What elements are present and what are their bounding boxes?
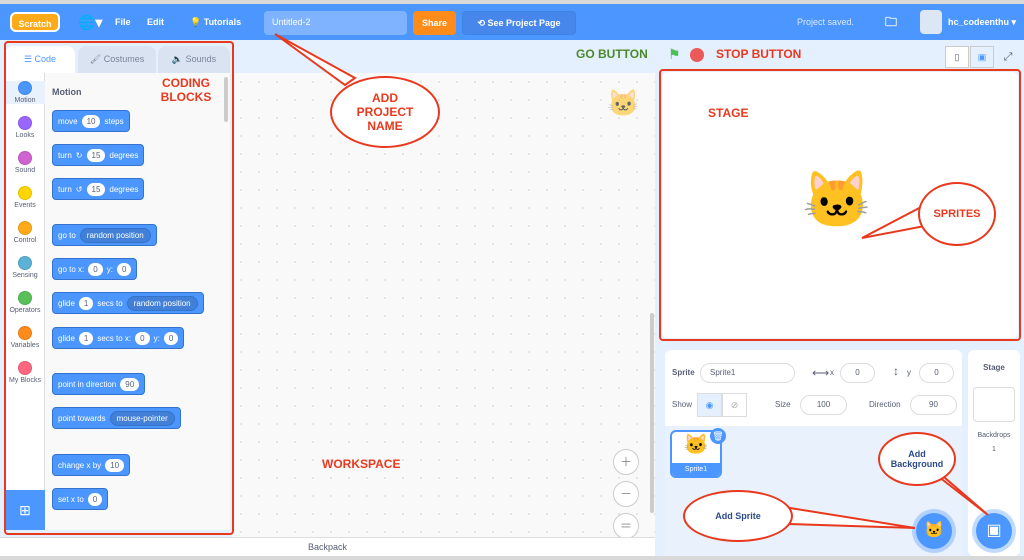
callout-text: ADD PROJECT NAME: [356, 91, 414, 133]
sprites-callout: SPRITES: [918, 182, 996, 246]
callout-text: Add Sprite: [715, 511, 761, 521]
callout-text: Add Background: [890, 449, 944, 469]
add-sprite-callout: Add Sprite: [683, 490, 793, 542]
callout-text: SPRITES: [933, 208, 981, 220]
annotation-pointers: [274, 33, 989, 529]
add-background-callout: Add Background: [878, 432, 956, 486]
add-project-name-callout: ADD PROJECT NAME: [330, 76, 440, 148]
